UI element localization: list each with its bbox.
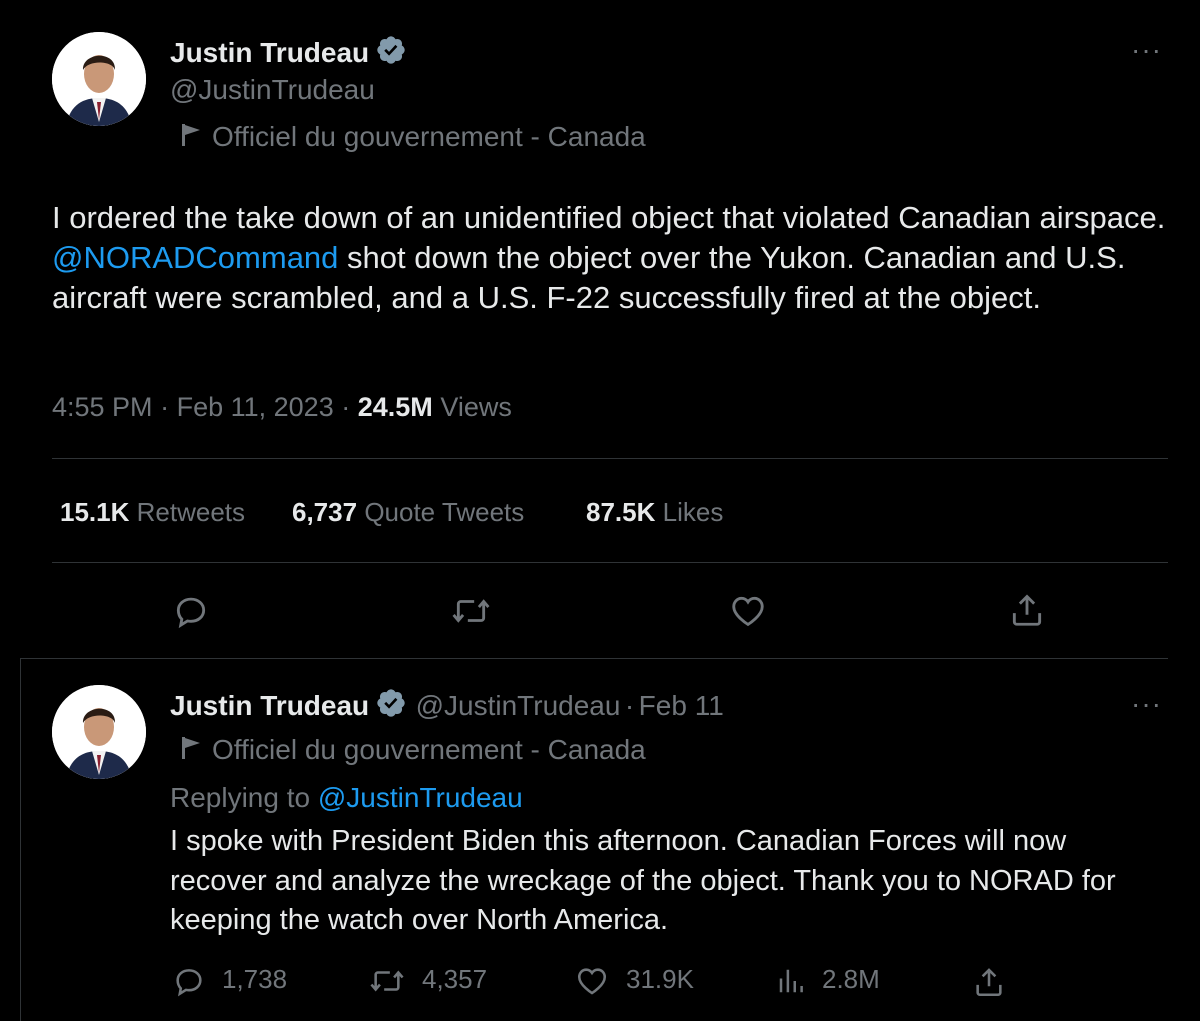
meta-separator: ·: [341, 392, 351, 422]
reply-icon[interactable]: [172, 592, 210, 635]
tweet-meta: 4:55 PM · Feb 11, 2023 · 24.5M Views: [52, 392, 512, 423]
author-handle[interactable]: @JustinTrudeau: [170, 74, 375, 106]
reply-account-label: Officiel du gouvernement - Canada: [180, 734, 646, 766]
thread-border: [20, 658, 21, 1021]
like-icon: [577, 968, 607, 995]
reply-views-action[interactable]: 2.8M: [776, 964, 880, 998]
tweet-text: I ordered the take down of an unidentifi…: [52, 198, 1172, 318]
reply-replies-action[interactable]: 1,738: [172, 964, 287, 998]
avatar-image: [52, 685, 146, 779]
replying-to: Replying to @JustinTrudeau: [170, 782, 523, 814]
views-count: 24.5M: [357, 392, 433, 422]
verified-badge-icon: [375, 687, 407, 724]
retweets-stat[interactable]: 15.1K Retweets: [60, 497, 245, 528]
more-icon[interactable]: ···: [1131, 34, 1162, 66]
reply-more-icon[interactable]: ···: [1131, 688, 1162, 720]
reply-views-count: 2.8M: [822, 964, 880, 994]
share-icon[interactable]: [1008, 590, 1046, 635]
reply-share-icon[interactable]: [972, 964, 1006, 1005]
tweet-time[interactable]: 4:55 PM: [52, 392, 153, 422]
retweet-icon: [370, 970, 404, 992]
reply-retweets-count: 4,357: [422, 964, 488, 994]
views-label: Views: [440, 392, 512, 422]
likes-label: Likes: [662, 497, 724, 527]
retweets-label: Retweets: [136, 497, 246, 527]
views-icon: [779, 969, 803, 993]
likes-stat[interactable]: 87.5K Likes: [586, 497, 723, 528]
divider: [52, 458, 1168, 459]
account-label: Officiel du gouvernement - Canada: [180, 121, 646, 153]
reply-header: Justin Trudeau @JustinTrudeau · Feb 11: [170, 687, 724, 724]
reply-author-handle[interactable]: @JustinTrudeau: [416, 690, 621, 721]
mention-link[interactable]: @NORADCommand: [52, 240, 338, 275]
tweet-date[interactable]: Feb 11, 2023: [177, 392, 334, 422]
meta-separator: ·: [624, 690, 635, 721]
author-name[interactable]: Justin Trudeau: [170, 34, 407, 73]
replying-to-label: Replying to: [170, 782, 311, 813]
reply-date[interactable]: Feb 11: [639, 690, 724, 721]
divider: [52, 562, 1168, 563]
reply-retweets-action[interactable]: 4,357: [368, 964, 487, 998]
divider: [20, 658, 1168, 659]
reply-replies-count: 1,738: [222, 964, 288, 994]
like-icon[interactable]: [728, 592, 768, 635]
reply-icon: [176, 969, 202, 997]
reply-text: I spoke with President Biden this aftern…: [170, 825, 1116, 936]
retweets-count: 15.1K: [60, 497, 130, 527]
reply-likes-count: 31.9K: [626, 964, 694, 994]
quotes-count: 6,737: [292, 497, 358, 527]
reply-author-name[interactable]: Justin Trudeau: [170, 690, 369, 721]
replying-to-handle[interactable]: @JustinTrudeau: [318, 782, 523, 813]
tweet-text-part1: I ordered the take down of an unidentifi…: [52, 200, 1166, 235]
reply-likes-action[interactable]: 31.9K: [574, 964, 694, 998]
meta-separator: ·: [160, 392, 170, 422]
reply-author-avatar[interactable]: [52, 685, 146, 779]
author-name-text[interactable]: Justin Trudeau: [170, 37, 369, 68]
reply-account-label-text: Officiel du gouvernement - Canada: [212, 734, 646, 765]
avatar-image: [52, 32, 146, 126]
account-label-text: Officiel du gouvernement - Canada: [212, 121, 646, 152]
flag-icon: [182, 737, 200, 759]
quote-tweets-stat[interactable]: 6,737 Quote Tweets: [292, 497, 524, 528]
flag-icon: [182, 124, 200, 146]
verified-badge-icon: [375, 34, 407, 73]
retweet-icon[interactable]: [450, 592, 492, 635]
quotes-label: Quote Tweets: [364, 497, 525, 527]
likes-count: 87.5K: [586, 497, 656, 527]
author-avatar[interactable]: [52, 32, 146, 126]
